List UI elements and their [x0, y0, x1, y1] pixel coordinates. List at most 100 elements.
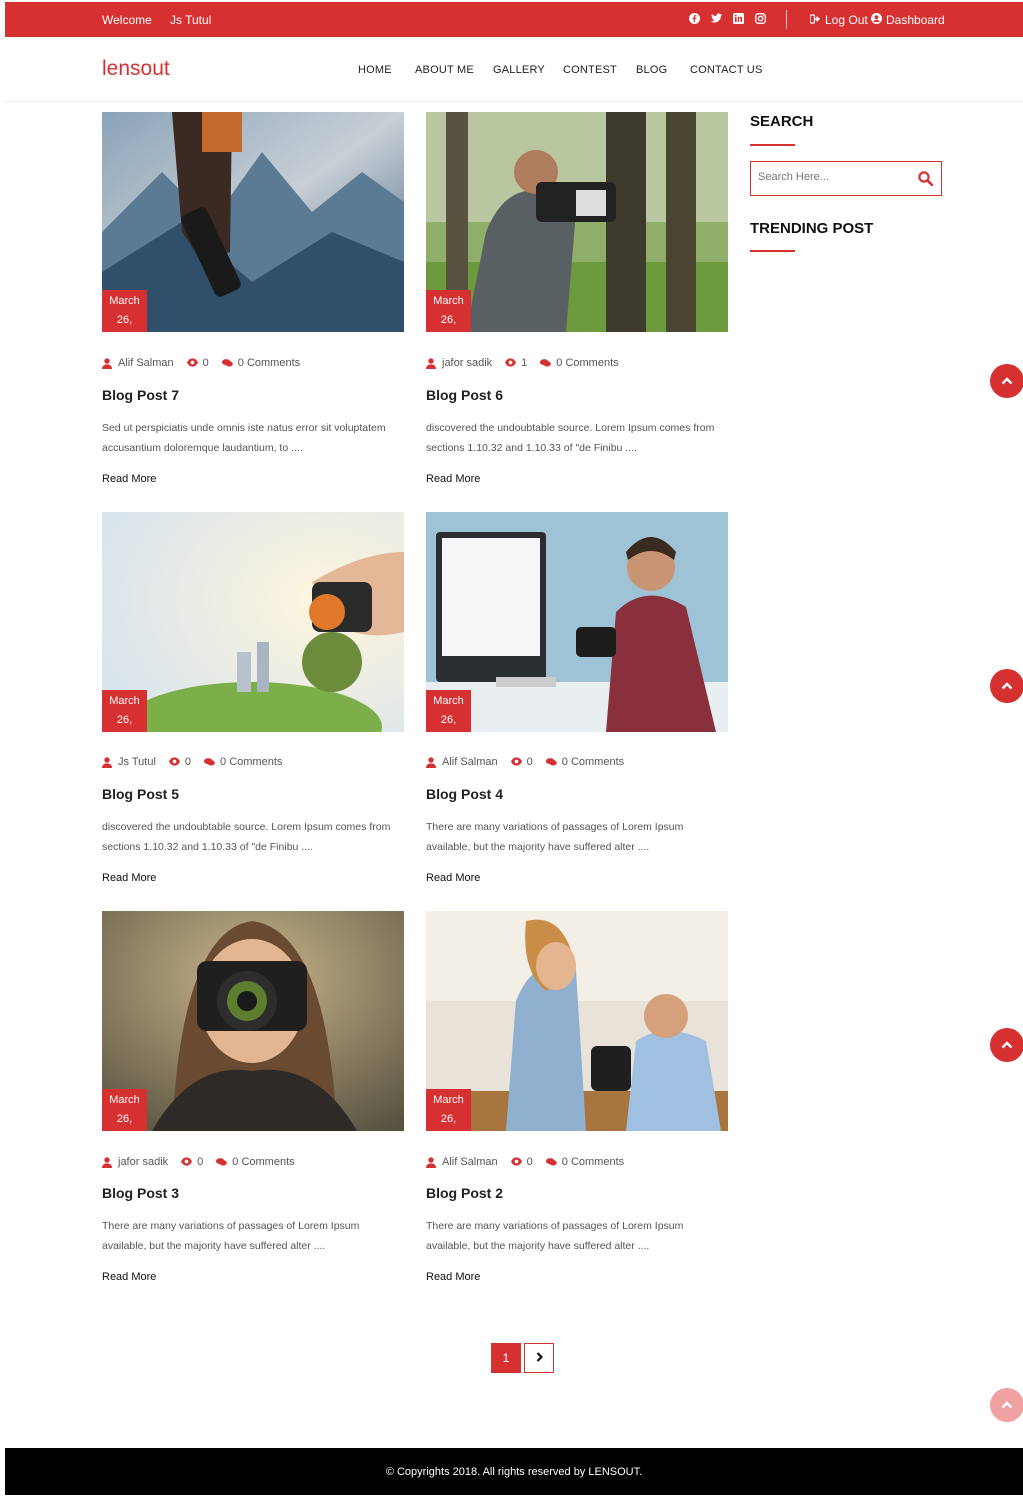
post-excerpt-line: accusantium doloremque laudantium, to ..… — [102, 442, 303, 454]
linkedin-icon[interactable] — [733, 12, 744, 24]
date-day: 26, — [440, 1113, 457, 1125]
post-excerpt-line: available, but the majority have suffere… — [426, 1240, 650, 1252]
search-input[interactable] — [758, 171, 908, 183]
pagination-next[interactable] — [524, 1343, 554, 1373]
scroll-to-top-button[interactable] — [990, 669, 1023, 703]
dashboard-link[interactable]: Dashboard — [871, 13, 945, 27]
post-title[interactable]: Blog Post 3 — [102, 1185, 179, 1201]
scroll-to-top-button[interactable] — [990, 1388, 1023, 1422]
post-excerpt: There are many variations of passages of… — [102, 1216, 402, 1256]
date-badge: March 26, — [102, 1089, 147, 1131]
read-more-link[interactable]: Read More — [426, 1271, 480, 1283]
post-views: 0 — [184, 756, 192, 768]
post-title[interactable]: Blog Post 4 — [426, 786, 503, 802]
date-day: 26, — [116, 1113, 133, 1125]
copyright-text: © Copyrights 2018. All rights reserved b… — [385, 1466, 643, 1478]
post-author[interactable]: jafor sadik — [118, 1156, 168, 1168]
social-links — [689, 12, 766, 24]
eye-icon — [510, 1156, 522, 1168]
post-photo-couple-camera — [426, 911, 728, 1131]
logout-link[interactable]: Log Out — [809, 13, 868, 27]
post-views: 0 — [526, 756, 533, 768]
eye-icon — [510, 756, 522, 768]
post-author[interactable]: Alif Salman — [442, 756, 498, 768]
post-author[interactable]: Alif Salman — [118, 357, 174, 369]
post-image[interactable]: March 26, — [102, 112, 404, 332]
post-meta: Alif Salman 0 0 Comments — [426, 1156, 624, 1168]
post-author[interactable]: jafor sadik — [442, 357, 492, 369]
post-image[interactable]: March 26, — [102, 911, 404, 1131]
site-footer: © Copyrights 2018. All rights reserved b… — [5, 1448, 1023, 1495]
heading-underline — [750, 144, 795, 146]
post-image[interactable]: March 26, — [426, 911, 728, 1131]
scroll-to-top-button[interactable] — [990, 364, 1023, 398]
post-excerpt: discovered the undoubtable source. Lorem… — [426, 418, 726, 458]
chevron-up-icon — [1001, 1396, 1013, 1414]
comments-icon — [221, 358, 233, 369]
nav-home[interactable]: HOME — [358, 64, 392, 76]
post-excerpt-line: sections 1.10.32 and 1.10.33 of "de Fini… — [102, 841, 313, 853]
scroll-to-top-button[interactable] — [990, 1028, 1023, 1062]
date-day: 26, — [440, 714, 457, 726]
instagram-icon[interactable] — [755, 12, 766, 24]
date-month: March — [109, 695, 140, 707]
post-image[interactable]: March 26, — [426, 112, 728, 332]
user-circle-icon — [871, 13, 882, 27]
post-meta: Alif Salman 0 0 Comments — [426, 756, 624, 768]
post-title[interactable]: Blog Post 2 — [426, 1185, 503, 1201]
post-image[interactable]: March 26, — [426, 512, 728, 732]
search-heading: SEARCH — [750, 113, 814, 130]
date-badge: March 26, — [102, 690, 147, 732]
post-meta: jafor sadik 0 0 Comments — [102, 1156, 295, 1168]
post-author[interactable]: Js Tutul — [118, 756, 156, 768]
post-image[interactable]: March 26, — [102, 512, 404, 732]
post-comments[interactable]: 0 Comments — [232, 1156, 294, 1168]
twitter-icon[interactable] — [711, 12, 722, 24]
nav-contest[interactable]: CONTEST — [563, 64, 617, 76]
sign-out-icon — [809, 13, 821, 27]
post-excerpt-line: discovered the undoubtable source. Lorem… — [426, 422, 715, 434]
post-author[interactable]: Alif Salman — [442, 1156, 498, 1168]
post-title[interactable]: Blog Post 6 — [426, 387, 503, 403]
post-excerpt-line: There are many variations of passages of… — [426, 1220, 684, 1232]
post-excerpt-line: sections 1.10.32 and 1.10.33 of "de Fini… — [426, 442, 637, 454]
welcome-text: Welcome — [102, 13, 152, 27]
post-excerpt-line: There are many variations of passages of… — [102, 1220, 360, 1232]
post-comments[interactable]: 0 Comments — [238, 357, 300, 369]
read-more-link[interactable]: Read More — [102, 872, 156, 884]
post-comments[interactable]: 0 Comments — [220, 756, 282, 768]
date-badge: March 26, — [426, 1089, 471, 1131]
read-more-link[interactable]: Read More — [426, 473, 480, 485]
logout-label: Log Out — [825, 13, 868, 27]
post-views: 1 — [521, 357, 528, 369]
search-form — [750, 161, 942, 196]
search-icon[interactable] — [918, 171, 934, 191]
nav-blog[interactable]: BLOG — [636, 64, 667, 76]
site-logo[interactable]: lensout — [102, 57, 170, 81]
user-icon — [426, 1156, 437, 1168]
read-more-link[interactable]: Read More — [102, 473, 156, 485]
pagination-page-1[interactable]: 1 — [491, 1343, 521, 1373]
post-title[interactable]: Blog Post 7 — [102, 387, 179, 403]
facebook-icon[interactable] — [689, 12, 700, 24]
user-icon — [102, 357, 113, 369]
post-title[interactable]: Blog Post 5 — [102, 786, 179, 802]
nav-gallery[interactable]: GALLERY — [493, 64, 545, 76]
post-comments[interactable]: 0 Comments — [562, 1156, 624, 1168]
nav-contact-us[interactable]: CONTACT US — [690, 64, 763, 76]
post-comments[interactable]: 0 Comments — [562, 756, 624, 768]
user-name-link[interactable]: Js Tutul — [170, 13, 211, 27]
post-meta: Alif Salman 0 0 Comments — [102, 357, 300, 369]
post-comments[interactable]: 0 Comments — [556, 357, 618, 369]
read-more-link[interactable]: Read More — [102, 1271, 156, 1283]
post-views: 0 — [526, 1156, 533, 1168]
read-more-link[interactable]: Read More — [426, 872, 480, 884]
user-icon — [426, 357, 437, 369]
chevron-up-icon — [1001, 1036, 1013, 1054]
user-icon — [102, 756, 113, 768]
post-photo-mountain-hiker — [102, 112, 404, 332]
nav-about-me[interactable]: ABOUT ME — [415, 64, 474, 76]
post-photo-camera-sky — [102, 512, 404, 732]
date-day: 26, — [116, 314, 133, 326]
date-day: 26, — [116, 714, 133, 726]
